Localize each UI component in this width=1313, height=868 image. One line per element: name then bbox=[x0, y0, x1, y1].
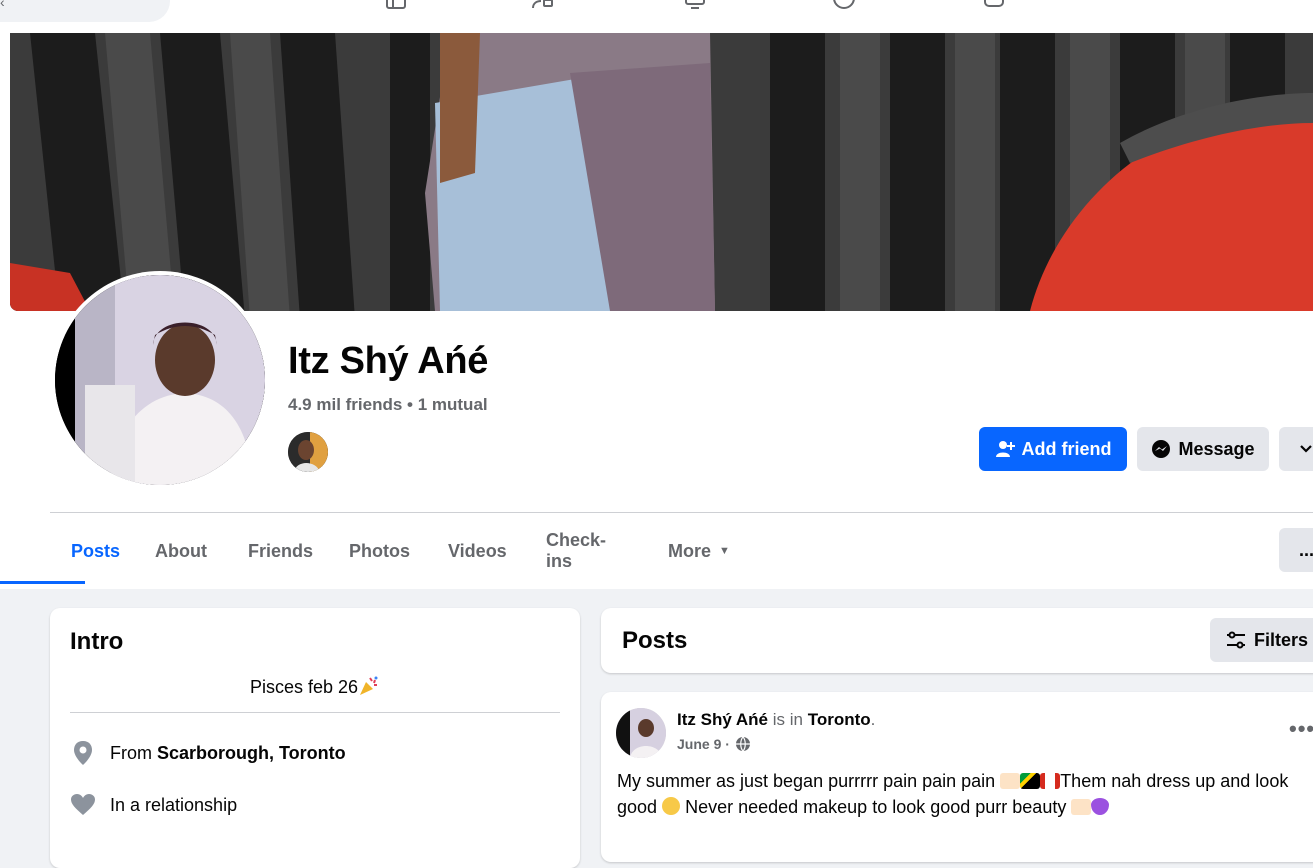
mutual-friend-avatar[interactable] bbox=[288, 432, 328, 472]
groups-icon[interactable] bbox=[531, 0, 555, 10]
jamaica-flag-icon bbox=[1020, 773, 1041, 789]
intro-card: Intro Pisces feb 26 From Scarborough, To… bbox=[50, 608, 580, 868]
filters-icon bbox=[1227, 631, 1245, 649]
intro-bio: Pisces feb 26 bbox=[50, 676, 580, 698]
post-author-avatar[interactable] bbox=[616, 708, 666, 758]
filters-label: Filters bbox=[1254, 629, 1309, 650]
posts-title: Posts bbox=[622, 627, 688, 654]
intro-divider bbox=[70, 712, 560, 713]
profile-picture[interactable] bbox=[55, 275, 265, 485]
heart-hands-emoji-icon bbox=[1071, 799, 1092, 815]
add-friend-icon bbox=[995, 441, 1015, 457]
tab-more[interactable]: More ▼ bbox=[668, 513, 730, 589]
intro-title: Intro bbox=[70, 628, 124, 655]
post-text-part: My summer as just began purrrrr pain pai… bbox=[617, 771, 996, 791]
post-author-line: Itz Shý Ańé is in Toronto. bbox=[677, 710, 876, 729]
gaming-icon[interactable] bbox=[982, 0, 1006, 10]
purple-heart-icon bbox=[1091, 798, 1110, 815]
top-nav: ‹ bbox=[0, 0, 1313, 33]
tab-label: Friends bbox=[248, 540, 314, 561]
friends-count[interactable]: 4.9 mil friends • 1 mutual bbox=[288, 395, 488, 415]
post-is-in: is in bbox=[772, 710, 803, 729]
intro-from-row: From Scarborough, Toronto bbox=[70, 740, 346, 766]
post-text: My summer as just began purrrrr pain pai… bbox=[617, 768, 1313, 820]
chevron-down-icon bbox=[1300, 445, 1312, 453]
caret-down-icon: ▼ bbox=[719, 545, 730, 557]
post-date[interactable]: June 9 bbox=[677, 736, 721, 752]
post-text-part: Them nah dress up and look bbox=[1060, 771, 1289, 791]
profile-name: Itz Shý Ańé bbox=[288, 340, 489, 382]
post-meta: June 9 · bbox=[677, 736, 751, 752]
filters-button[interactable]: Filters bbox=[1210, 618, 1313, 662]
post-author-name[interactable]: Itz Shý Ańé bbox=[677, 710, 768, 729]
add-friend-label: Add friend bbox=[1021, 438, 1112, 459]
active-tab-indicator bbox=[0, 581, 85, 584]
post-text-part: good bbox=[617, 797, 658, 817]
tab-label: Check-ins bbox=[546, 530, 607, 571]
tab-friends[interactable]: Friends bbox=[248, 513, 313, 589]
heart-icon bbox=[70, 792, 96, 818]
party-popper-icon bbox=[360, 676, 378, 695]
messenger-icon bbox=[1152, 440, 1171, 458]
heart-hands-emoji-icon bbox=[1000, 773, 1021, 789]
post-text-part: Never needed makeup to look good purr be… bbox=[685, 797, 1067, 817]
from-prefix: From bbox=[110, 742, 152, 763]
globe-icon bbox=[735, 736, 750, 752]
tabs-menu-button[interactable]: ... bbox=[1279, 528, 1313, 572]
tab-label: Photos bbox=[349, 540, 410, 561]
marketplace-icon[interactable] bbox=[384, 0, 408, 10]
tab-about[interactable]: About bbox=[155, 513, 207, 589]
tab-posts[interactable]: Posts bbox=[71, 513, 120, 589]
message-label: Message bbox=[1178, 438, 1255, 459]
bio-text: Pisces feb 26 bbox=[249, 677, 359, 697]
tab-photos[interactable]: Photos bbox=[349, 513, 410, 589]
posts-header-card: Posts Filters bbox=[601, 608, 1313, 673]
search-box[interactable] bbox=[0, 0, 170, 22]
back-arrow-icon[interactable]: ‹ bbox=[0, 0, 5, 10]
tab-label: About bbox=[155, 540, 207, 561]
post-card: Itz Shý Ańé is in Toronto. June 9 · ••• … bbox=[601, 692, 1313, 862]
watch-icon[interactable] bbox=[683, 0, 707, 10]
location-pin-icon bbox=[70, 740, 96, 766]
tab-check-ins[interactable]: Check-ins bbox=[546, 513, 606, 589]
from-place-link[interactable]: Scarborough, Toronto bbox=[157, 743, 346, 764]
more-actions-button[interactable] bbox=[1279, 427, 1313, 471]
tab-videos[interactable]: Videos bbox=[448, 513, 507, 589]
smiling-face-emoji-icon bbox=[662, 797, 681, 815]
profile-avatar[interactable] bbox=[51, 271, 269, 489]
canada-flag-icon bbox=[1040, 773, 1061, 789]
cover-photo[interactable] bbox=[10, 33, 1313, 311]
tab-label: Posts bbox=[71, 540, 121, 561]
tab-label: More bbox=[668, 540, 712, 561]
tab-label: Videos bbox=[448, 540, 507, 561]
relationship-text: In a relationship bbox=[110, 794, 238, 815]
post-options-icon[interactable]: ••• bbox=[1289, 716, 1313, 742]
post-location-link[interactable]: Toronto bbox=[808, 710, 871, 729]
message-button[interactable]: Message bbox=[1137, 427, 1269, 471]
profile-header: Itz Shý Ańé 4.9 mil friends • 1 mutual A… bbox=[0, 33, 1313, 589]
add-friend-button[interactable]: Add friend bbox=[979, 427, 1127, 471]
profile-icon[interactable] bbox=[832, 0, 856, 10]
intro-relationship-row: In a relationship bbox=[70, 792, 237, 818]
